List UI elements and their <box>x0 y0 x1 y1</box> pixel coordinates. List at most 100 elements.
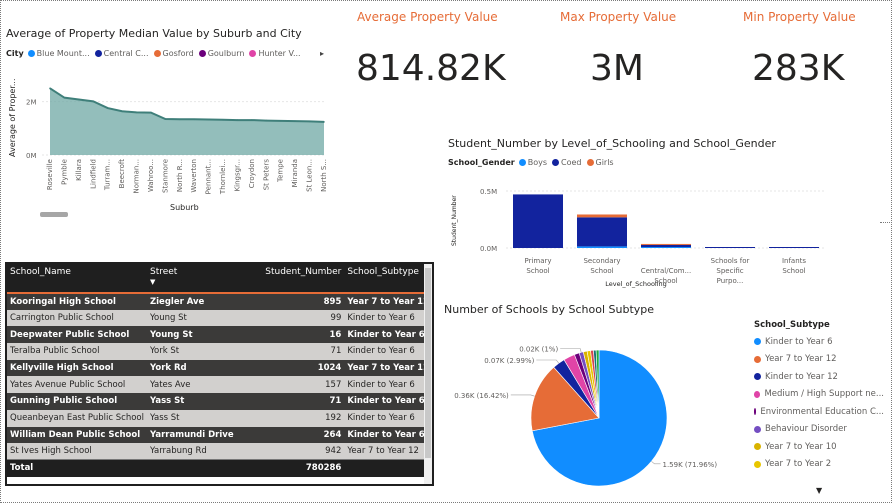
y-tick-label: 2M <box>26 99 37 107</box>
x-tick-label: Turram... <box>104 159 112 191</box>
y-tick-label: 0.0M <box>480 245 497 253</box>
bar-girls <box>641 243 691 245</box>
cell-street: Yass St <box>146 393 257 410</box>
pie-legend-title: School_Subtype <box>754 320 830 330</box>
table-row[interactable]: William Dean Public School Yarramundi Dri… <box>7 426 432 444</box>
cell-student-number: 71 <box>256 393 345 410</box>
pie-legend-label: Kinder to Year 12 <box>765 371 838 382</box>
x-tick-label: North R... <box>176 159 184 192</box>
legend-dot-icon <box>754 408 757 416</box>
cell-school-name: Kooringal High School <box>7 293 147 310</box>
data-point <box>135 111 138 114</box>
cell-school-name: Teralba Public School <box>7 343 147 360</box>
data-point <box>251 119 253 121</box>
pie-legend-item[interactable]: Year 7 to Year 12 <box>754 351 884 369</box>
y-tick-label: 0M <box>26 152 37 160</box>
pie-legend-item[interactable]: Year 7 to Year 2 <box>754 456 884 474</box>
total-spacer-2 <box>344 459 432 477</box>
col-header-street-label: Street <box>149 267 178 277</box>
legend-scroll-down-icon[interactable]: ▼ <box>816 486 822 495</box>
pie-legend: School_Subtype Kinder to Year 6 Year 7 to… <box>754 320 884 473</box>
pie-legend-item[interactable]: Behaviour Disorder <box>754 421 884 439</box>
table-total-row: Total 780286 <box>7 459 432 477</box>
legend-dot-icon <box>754 460 761 468</box>
data-point <box>164 118 167 120</box>
x-tick-label: Stanmore <box>161 159 169 193</box>
cell-student-number: 942 <box>256 443 345 460</box>
data-label-leader <box>651 461 661 465</box>
x-tick-label: Central/Com... <box>641 267 692 275</box>
bar-chart-panel[interactable]: Student_Number by Level_of_Schooling and… <box>448 137 826 292</box>
pie-data-label: 0.36K (16.42%) <box>454 392 509 400</box>
cell-street: Yates Ave <box>146 376 257 394</box>
pie-legend-item[interactable]: Year 7 to Year 10 <box>754 438 884 456</box>
data-point <box>78 98 80 101</box>
table-row[interactable]: Carrington Public School Young St 99 Kinder… <box>7 309 432 327</box>
schools-table: School_Name Street ▼ Student_Number Scho… <box>7 264 432 477</box>
table-header-row: School_Name Street ▼ Student_Number Scho… <box>7 264 432 294</box>
bar-boys <box>577 246 627 248</box>
data-point <box>323 121 325 123</box>
cell-school-name: Gunning Public School <box>7 393 147 410</box>
horizontal-scrollbar <box>40 212 68 217</box>
table-row[interactable]: Kellyville High School York Rd 1024 Year 7 … <box>7 359 432 377</box>
table-row[interactable]: St Ives High School Yarrabung Rd 942 Year 7… <box>7 443 432 460</box>
pie-legend-item[interactable]: Kinder to Year 12 <box>754 368 884 386</box>
data-point <box>121 110 123 113</box>
total-spacer <box>146 459 257 477</box>
x-tick-label: North S... <box>320 159 328 192</box>
pie-legend-item[interactable]: Kinder to Year 6 <box>754 333 884 351</box>
kpi-max-value: 3M <box>590 48 644 89</box>
col-header-school-name[interactable]: School_Name <box>7 264 147 294</box>
x-tick-label: Thornlei... <box>219 159 227 195</box>
data-point <box>92 100 95 103</box>
table-row[interactable]: Deepwater Public School Young St 16 Kinder … <box>7 326 432 344</box>
pie-legend-item[interactable]: Medium / High Support ne... <box>754 386 884 404</box>
legend-dot-icon <box>27 50 35 57</box>
pie-data-label: 0.02K (1%) <box>519 346 558 354</box>
legend-dot-icon <box>754 355 761 363</box>
data-label-leader <box>510 394 535 397</box>
table-scrollbar-thumb[interactable] <box>425 268 431 458</box>
pie-legend-label: Behaviour Disorder <box>765 424 847 435</box>
cell-street: Young St <box>146 326 257 344</box>
x-tick-label: Pennant... <box>205 159 213 194</box>
cell-school-subtype: Kinder to Year 6 <box>344 426 432 444</box>
data-label-leader <box>536 359 559 364</box>
x-axis-label: Suburb <box>170 203 199 212</box>
divider <box>880 222 892 223</box>
pie-chart-title: Number of Schools by School Subtype <box>444 303 655 316</box>
table-row[interactable]: Kooringal High School Ziegler Ave 895 Year … <box>7 293 432 310</box>
schools-table-panel[interactable]: School_Name Street ▼ Student_Number Scho… <box>5 262 434 486</box>
data-point <box>63 96 66 99</box>
x-tick-label: Kingsgr... <box>233 159 241 191</box>
bar-coed <box>577 217 627 247</box>
table-row[interactable]: Queanbeyan East Public School Yass St 192 K… <box>7 409 432 427</box>
x-tick-label: Schools for <box>711 257 750 265</box>
area-chart-panel[interactable]: Average of Property Median Value by Subu… <box>6 27 331 222</box>
col-header-student-number[interactable]: Student_Number <box>256 264 345 294</box>
x-tick-label: St Peters <box>262 159 270 191</box>
x-tick-label: Primary <box>524 257 551 265</box>
pie-chart-svg: 1.59K (71.96%) 0.36K (16.42%) 0.07K (2.99%… <box>454 346 717 487</box>
x-tick-label: Waverton <box>190 159 198 193</box>
cell-school-name: Yates Avenue Public School <box>7 376 147 394</box>
legend-dot-icon <box>754 390 761 398</box>
legend-dot-icon <box>754 443 761 451</box>
table-scrollbar[interactable] <box>424 264 432 484</box>
x-tick-label: Wahroo... <box>147 159 155 192</box>
legend-dot-icon <box>754 338 761 346</box>
table-row[interactable]: Yates Avenue Public School Yates Ave 157 Ki… <box>7 376 432 394</box>
cell-street: Ziegler Ave <box>146 293 257 310</box>
pie-chart-panel[interactable]: Number of Schools by School Subtype 1.59… <box>444 303 884 495</box>
total-value: 780286 <box>256 459 345 477</box>
x-tick-label: Purpo... <box>717 277 744 285</box>
table-row[interactable]: Gunning Public School Yass St 71 Kinder to … <box>7 393 432 410</box>
pie-legend-item[interactable]: Environmental Education C... <box>754 403 884 421</box>
col-header-street[interactable]: Street ▼ <box>146 264 257 294</box>
cell-street: Yarramundi Drive <box>146 426 257 444</box>
data-point <box>106 107 109 109</box>
x-tick-label: School <box>590 267 613 275</box>
table-row[interactable]: Teralba Public School York St 71 Kinder to … <box>7 343 432 360</box>
col-header-school-subtype[interactable]: School_Subtype <box>344 264 432 294</box>
